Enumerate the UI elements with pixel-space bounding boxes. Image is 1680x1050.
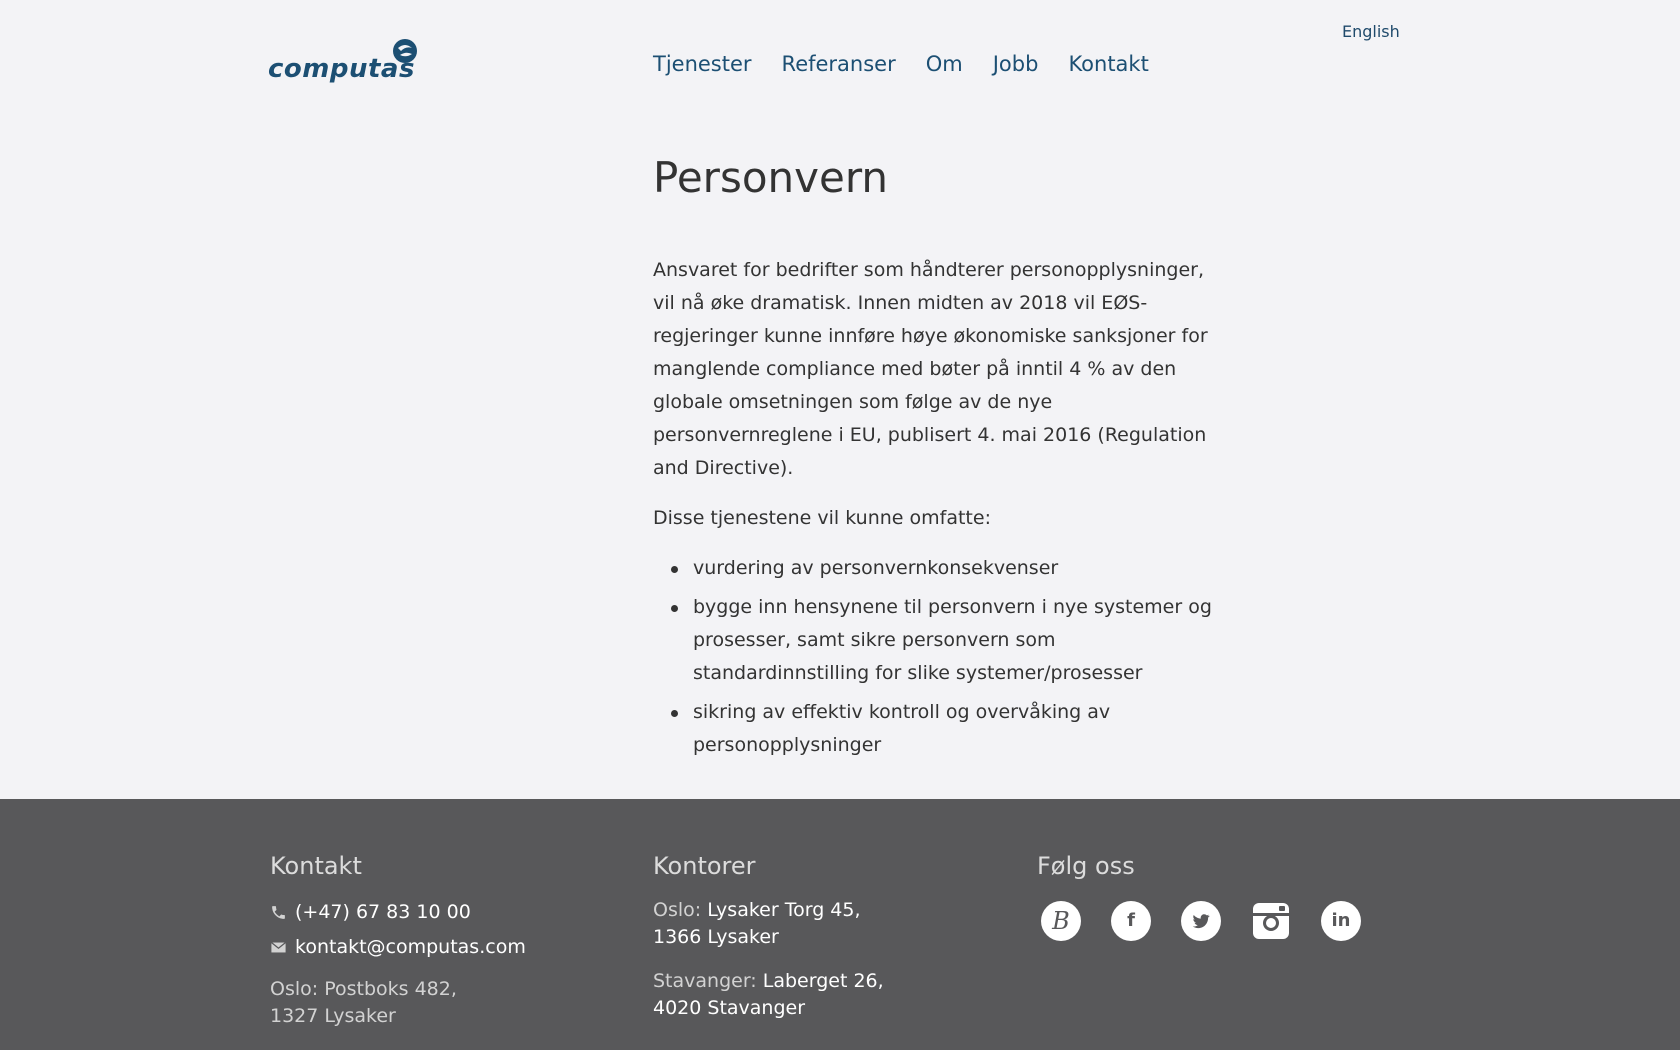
office-label: Oslo: [653, 899, 702, 921]
list-item: bygge inn hensynene til personvern i nye… [671, 591, 1223, 690]
blog-glyph: B [1052, 907, 1070, 935]
nav-jobb[interactable]: Jobb [993, 52, 1039, 76]
twitter-icon[interactable] [1181, 901, 1221, 941]
nav-referanser[interactable]: Referanser [782, 52, 896, 76]
facebook-glyph: f [1127, 910, 1135, 931]
instagram-icon[interactable] [1251, 901, 1291, 941]
bullet-icon [671, 605, 678, 612]
nav-tjenester[interactable]: Tjenester [653, 52, 752, 76]
list-item-text: vurdering av personvernkonsekvenser [693, 557, 1059, 579]
page-title: Personvern [653, 153, 888, 202]
list-item-text: sikring av effektiv kontroll og overvåki… [693, 701, 1111, 756]
logo-swirl-icon [393, 39, 417, 63]
blog-icon[interactable]: B [1041, 901, 1081, 941]
linkedin-glyph: in [1331, 910, 1351, 931]
footer: Kontakt (+47) 67 83 10 00 kontakt@comput… [0, 799, 1680, 1050]
article: Personvern Ansvaret for bedrifter som hå… [653, 148, 1223, 768]
postal-address: Oslo: Postboks 482, 1327 Lysaker [270, 976, 526, 1030]
social-links: B f in [1037, 901, 1361, 941]
office-line-1: Laberget 26, [762, 970, 884, 992]
lead-paragraph: Disse tjenestene vil kunne omfatte: [653, 507, 991, 529]
office-label: Stavanger: [653, 970, 757, 992]
bullet-icon [671, 566, 678, 573]
facebook-icon[interactable]: f [1111, 901, 1151, 941]
mail-icon [271, 941, 286, 952]
services-list: vurdering av personvernkonsekvenser bygg… [653, 552, 1223, 762]
list-item: sikring av effektiv kontroll og overvåki… [671, 696, 1223, 762]
offices-heading: Kontorer [653, 852, 756, 880]
main-nav: Tjenester Referanser Om Jobb Kontakt [653, 52, 1149, 76]
footer-offices: Kontorer Oslo: Lysaker Torg 45, 1366 Lys… [653, 849, 884, 1039]
postal-line-2: 1327 Lysaker [270, 1005, 396, 1027]
intro-paragraph: Ansvaret for bedrifter som håndterer per… [653, 259, 1208, 479]
twitter-bird-icon [1192, 914, 1210, 929]
footer-contact: Kontakt (+47) 67 83 10 00 kontakt@comput… [270, 849, 526, 1047]
phone-icon [272, 905, 285, 919]
phone-link[interactable]: (+47) 67 83 10 00 [270, 901, 526, 923]
postal-line-1: Oslo: Postboks 482, [270, 978, 457, 1000]
instagram-glyph [1253, 903, 1289, 939]
list-item-text: bygge inn hensynene til personvern i nye… [693, 596, 1212, 684]
language-link[interactable]: English [1342, 22, 1400, 41]
office-line-1: Lysaker Torg 45, [707, 899, 861, 921]
computas-logo[interactable]: computas [268, 38, 428, 88]
footer-follow: Følg oss B f in [1037, 849, 1361, 941]
email-link[interactable]: kontakt@computas.com [270, 936, 526, 958]
contact-heading: Kontakt [270, 852, 362, 880]
linkedin-icon[interactable]: in [1321, 901, 1361, 941]
office-oslo: Oslo: Lysaker Torg 45, 1366 Lysaker [653, 897, 884, 951]
office-line-2: 1366 Lysaker [653, 926, 779, 948]
bullet-icon [671, 710, 678, 717]
nav-om[interactable]: Om [926, 52, 963, 76]
list-item: vurdering av personvernkonsekvenser [671, 552, 1223, 585]
follow-heading: Følg oss [1037, 852, 1135, 880]
email-address: kontakt@computas.com [295, 936, 526, 958]
office-stavanger: Stavanger: Laberget 26, 4020 Stavanger [653, 968, 884, 1022]
office-line-2: 4020 Stavanger [653, 997, 806, 1019]
phone-number: (+47) 67 83 10 00 [295, 901, 471, 923]
nav-kontakt[interactable]: Kontakt [1068, 52, 1148, 76]
